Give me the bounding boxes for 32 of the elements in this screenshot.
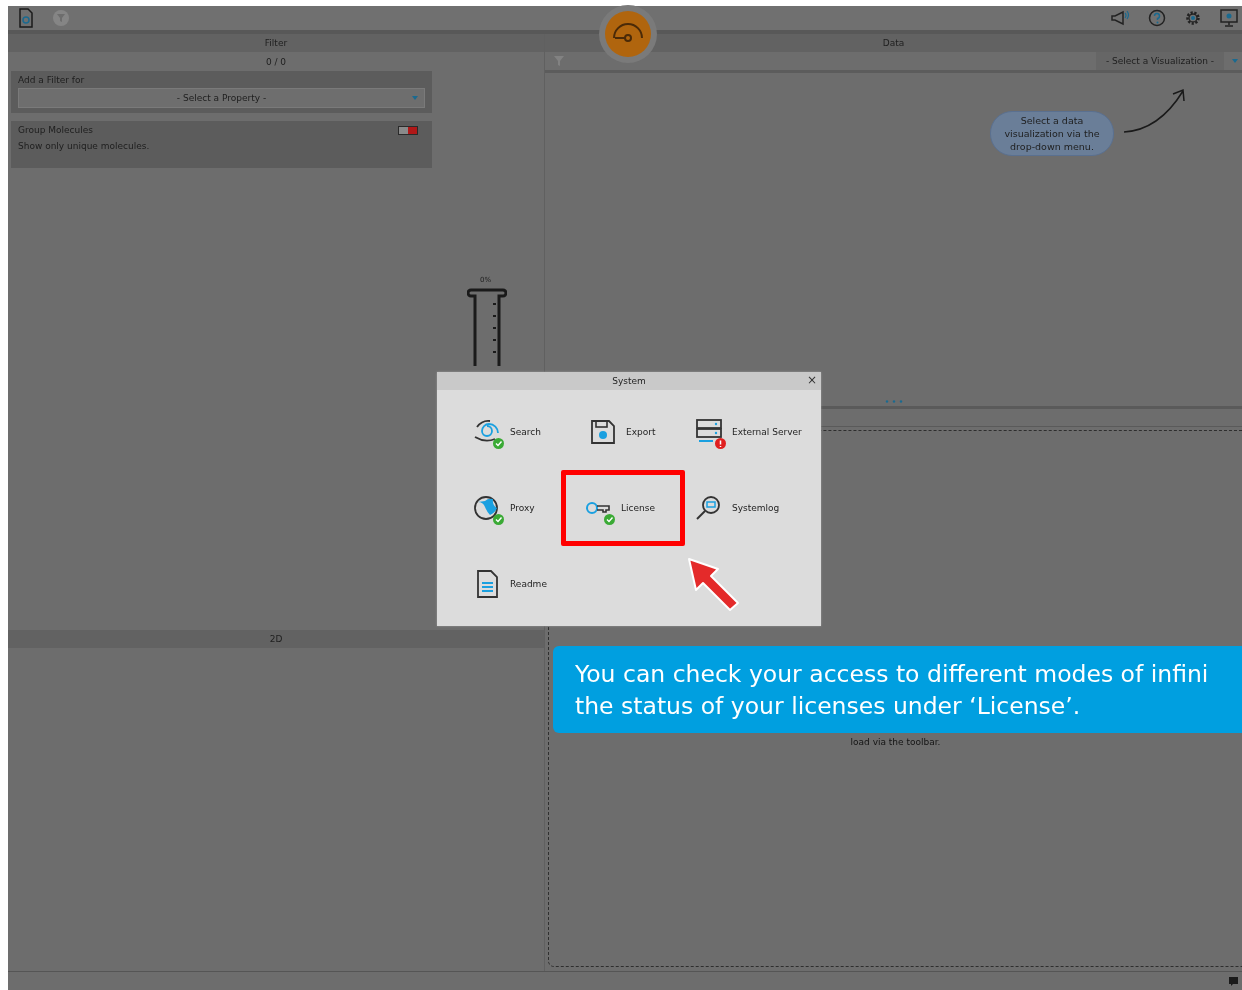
curved-arrow: [1123, 88, 1187, 134]
system-item[interactable]: License: [561, 470, 685, 546]
settings-icon[interactable]: [1184, 9, 1202, 27]
system-item[interactable]: Search: [445, 394, 561, 470]
tutorial-text: You can check your access to different modes of infini the status of your licenses under ‘License’.: [575, 660, 1209, 720]
dialog-title: System: [612, 376, 646, 386]
message-icon[interactable]: [1229, 976, 1238, 986]
check-badge-icon: [493, 438, 504, 449]
close-button[interactable]: ×: [804, 373, 819, 387]
panel-title: Data: [882, 38, 905, 48]
help-icon[interactable]: [1148, 9, 1166, 27]
system-item[interactable]: Proxy: [445, 470, 561, 546]
panel-title: 2D: [269, 634, 283, 644]
drop-hint: load via the toolbar.: [850, 737, 941, 749]
measuring-cylinder-icon: [467, 286, 507, 366]
system-item[interactable]: Systemlog: [685, 470, 821, 546]
check-badge-icon: [604, 514, 615, 525]
panel-title: Filter: [264, 38, 288, 48]
filter-count: 0 / 0: [264, 56, 288, 69]
check-badge-icon: [493, 514, 504, 525]
gauge-logo-icon[interactable]: [598, 4, 658, 64]
toggle-switch[interactable]: [398, 125, 418, 135]
system-item[interactable]: External Server: [685, 394, 821, 470]
megaphone-icon[interactable]: [1110, 9, 1130, 27]
grip-icon[interactable]: [884, 400, 903, 403]
document-icon[interactable]: [18, 8, 34, 28]
error-badge-icon: [715, 438, 726, 449]
monitor-icon[interactable]: [1220, 9, 1238, 27]
caret-icon: [412, 96, 418, 100]
system-item[interactable]: Readme: [445, 546, 561, 622]
system-item[interactable]: Export: [561, 394, 685, 470]
hint-bubble: Select a data visualization via the drop-down menu.: [990, 111, 1114, 156]
